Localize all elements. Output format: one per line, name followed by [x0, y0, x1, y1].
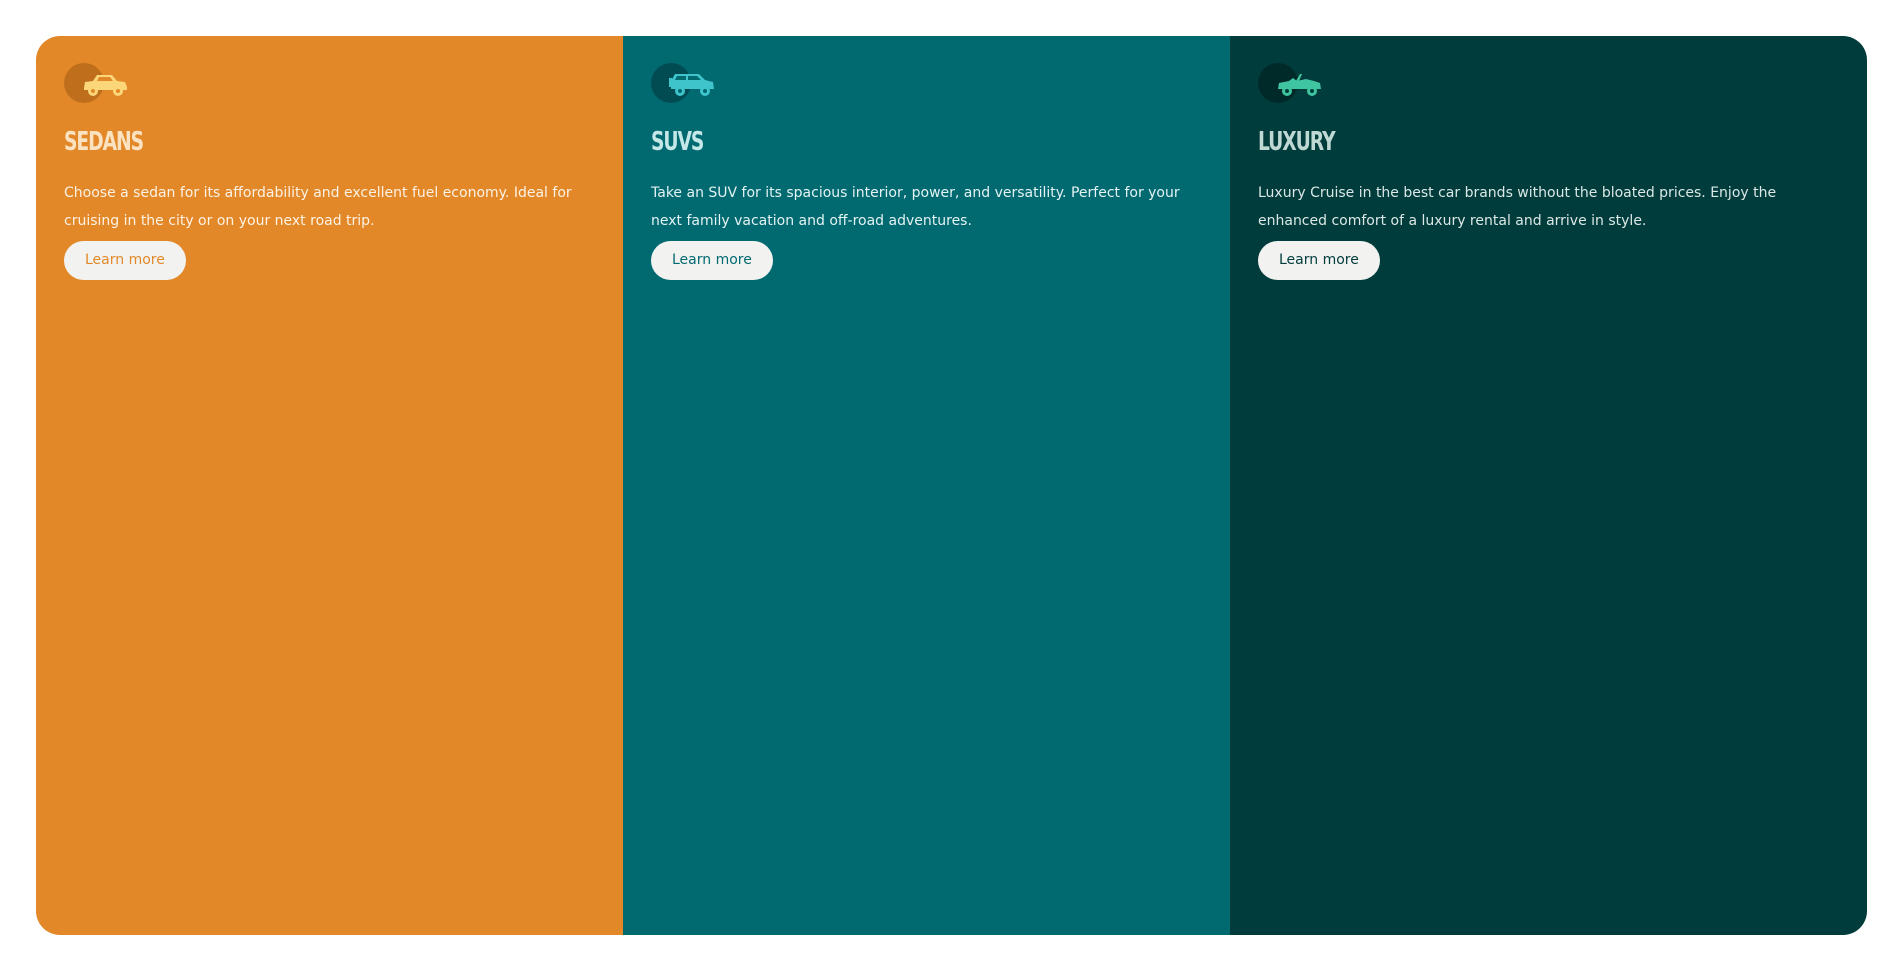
card-luxury: LUXURY Luxury Cruise in the best car bra… [1230, 36, 1867, 935]
card-title: SEDANS [64, 127, 144, 157]
learn-more-button[interactable]: Learn more [64, 241, 186, 280]
learn-more-button[interactable]: Learn more [651, 241, 773, 280]
card-sedans: SEDANS Choose a sedan for its affordabil… [36, 36, 623, 935]
card-description: Take an SUV for its spacious interior, p… [651, 185, 1180, 229]
card-description: Luxury Cruise in the best car brands wit… [1258, 185, 1777, 229]
card-description: Choose a sedan for its affordability and… [64, 185, 572, 229]
card-title: LUXURY [1258, 127, 1336, 157]
suv-car-icon [669, 74, 714, 96]
vehicle-categories-panel: SEDANS Choose a sedan for its affordabil… [36, 36, 1867, 935]
card-title: SUVS [651, 127, 704, 157]
luxury-convertible-car-icon [1278, 74, 1321, 96]
card-suvs: SUVS Take an SUV for its spacious interi… [623, 36, 1230, 935]
sedan-icon-badge [64, 63, 134, 105]
sedan-car-icon [84, 75, 127, 96]
learn-more-button[interactable]: Learn more [1258, 241, 1380, 280]
suv-icon-badge [651, 63, 721, 105]
luxury-icon-badge [1258, 63, 1328, 105]
